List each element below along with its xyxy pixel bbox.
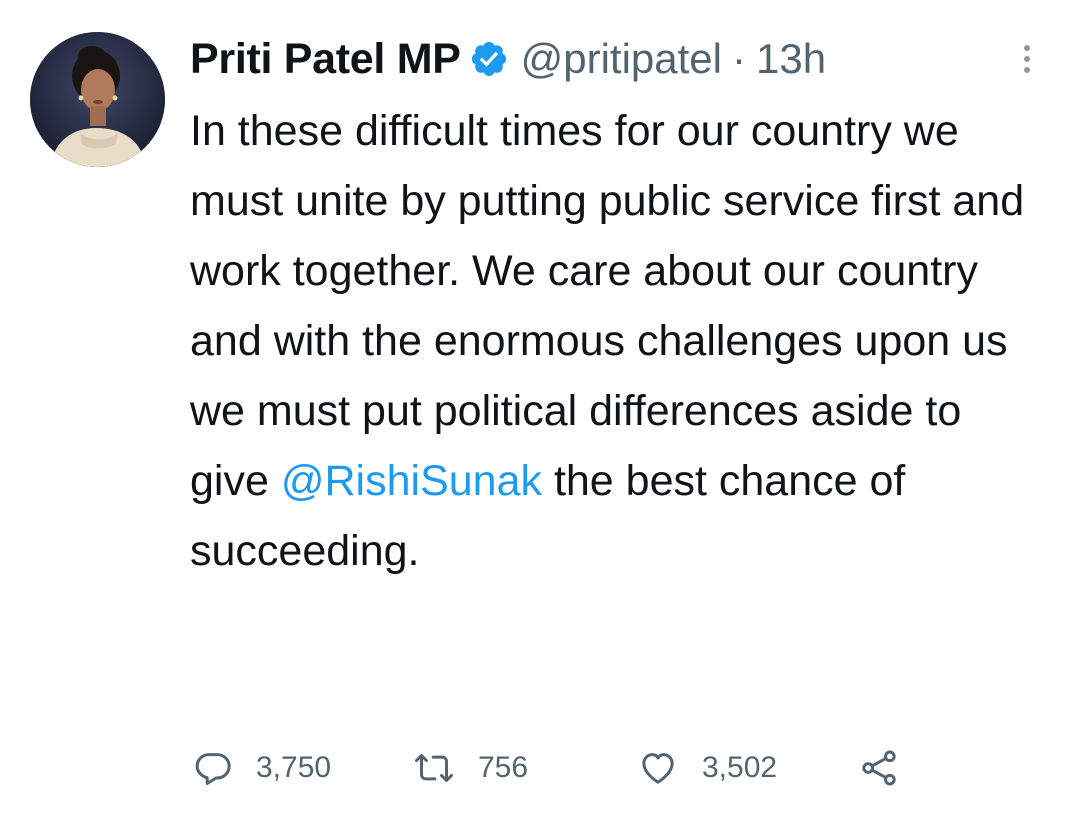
tweet-text: In these difficult times for our country… (190, 96, 1050, 586)
timestamp[interactable]: 13h (756, 35, 826, 83)
tweet-content: Priti Patel MP @pritipatel · 13h In thes… (190, 28, 1050, 586)
retweet-count: 756 (478, 751, 529, 784)
tweet-card[interactable]: Priti Patel MP @pritipatel · 13h In thes… (0, 0, 1080, 817)
more-vertical-icon[interactable] (1016, 44, 1038, 74)
reply-count: 3,750 (256, 751, 332, 784)
tweet-text-part: In these difficult times for our country… (190, 107, 1025, 505)
tweet-actions: 3,750 756 3,502 (192, 748, 912, 788)
retweet-icon (412, 748, 456, 788)
retweet-button[interactable]: 756 (412, 748, 528, 788)
like-count: 3,502 (702, 751, 778, 784)
avatar[interactable] (30, 32, 165, 167)
mention-link[interactable]: @RishiSunak (281, 457, 542, 505)
tweet-header: Priti Patel MP @pritipatel · 13h (190, 28, 1050, 90)
like-button[interactable]: 3,502 (636, 748, 777, 788)
reply-button[interactable]: 3,750 (192, 748, 331, 788)
author-name[interactable]: Priti Patel MP (190, 35, 461, 84)
verified-badge-icon (469, 39, 509, 79)
heart-icon (636, 748, 680, 788)
separator-dot: · (732, 35, 746, 82)
reply-icon (192, 748, 234, 788)
share-button[interactable] (858, 748, 900, 788)
share-icon (858, 748, 900, 788)
author-handle[interactable]: @pritipatel (521, 35, 722, 83)
avatar-portrait-icon (30, 32, 165, 167)
